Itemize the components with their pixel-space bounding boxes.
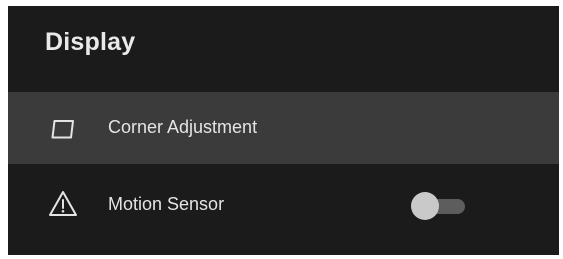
menu-item-label: Motion Sensor [108,194,225,214]
menu-item-corner-adjustment[interactable]: Corner Adjustment [8,92,559,164]
warning-icon [48,189,78,219]
toggle-knob [411,192,439,220]
display-settings-panel: Display Corner Adjustment Motion Sensor [8,6,559,255]
corner-adjustment-icon [48,114,78,144]
menu-item-label: Corner Adjustment [108,117,258,137]
motion-sensor-toggle[interactable] [411,191,467,221]
menu-item-motion-sensor[interactable]: Motion Sensor [8,166,559,242]
page-title: Display [45,28,136,56]
header: Display [8,6,559,92]
